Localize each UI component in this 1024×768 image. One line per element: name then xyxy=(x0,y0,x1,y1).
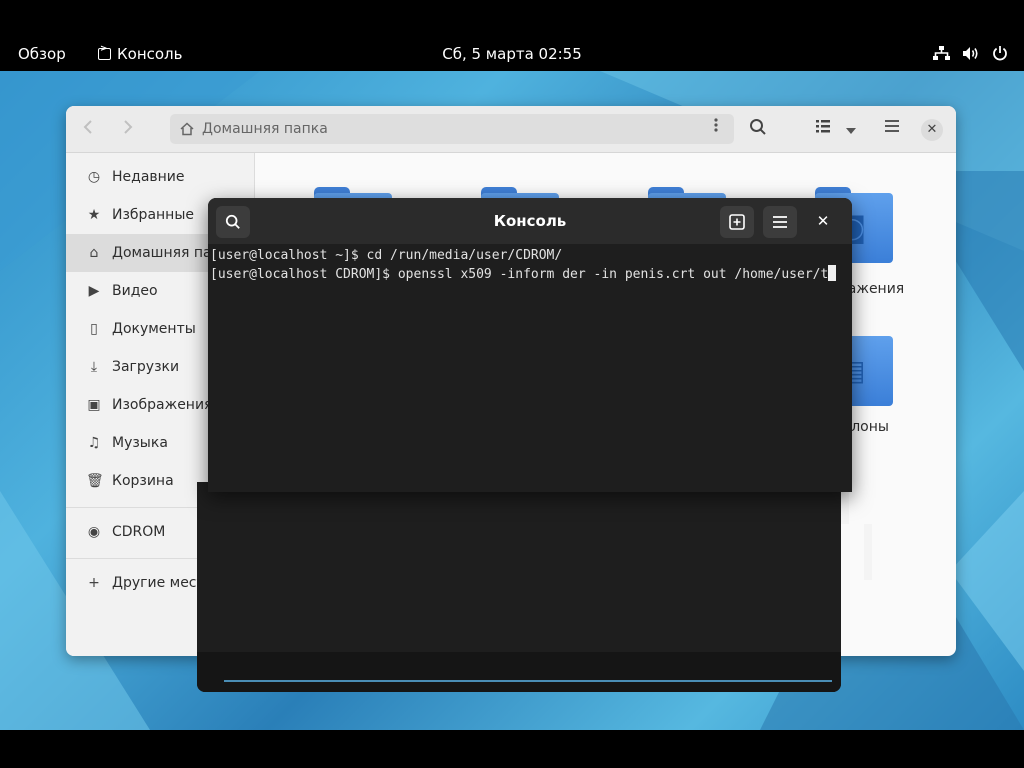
sidebar-item-label: Корзина xyxy=(112,473,174,489)
terminal-close-button[interactable]: ✕ xyxy=(812,210,834,232)
chevron-left-icon xyxy=(83,120,92,134)
view-options-button[interactable] xyxy=(845,121,857,140)
terminal-output[interactable]: [user@localhost ~]$ cd /run/media/user/C… xyxy=(210,247,850,284)
hamburger-icon xyxy=(885,120,899,132)
plus-icon: + xyxy=(88,575,100,591)
path-menu-button[interactable] xyxy=(698,114,734,144)
top-bar: Обзор Консоль Сб, 5 марта 02:55 xyxy=(0,0,1024,71)
document-icon: ▯ xyxy=(90,321,98,337)
home-icon: ⌂ xyxy=(89,245,99,261)
music-icon: ♫ xyxy=(87,435,101,451)
terminal-scroll-indicator xyxy=(224,680,832,682)
home-icon xyxy=(180,122,194,136)
path-bar[interactable]: Домашняя папка xyxy=(170,114,734,144)
terminal-titlebar: Консоль ✕ xyxy=(208,198,852,244)
sidebar-item-label: Видео xyxy=(112,283,158,299)
image-icon: ▣ xyxy=(87,397,101,413)
close-icon: ✕ xyxy=(816,212,830,230)
terminal-line-current: [user@localhost CDROM]$ openssl x509 -in… xyxy=(210,265,850,284)
close-icon: ✕ xyxy=(926,122,938,137)
terminal-menu-button[interactable] xyxy=(763,206,797,238)
disc-icon: ◉ xyxy=(87,524,101,540)
sidebar-item-label: Избранные xyxy=(112,207,194,223)
sidebar-item-recent[interactable]: ◷ Недавние xyxy=(66,158,254,196)
sidebar-item-label: Документы xyxy=(112,321,196,337)
terminal-window: Консоль ✕ [user@localhost ~]$ cd /run/me… xyxy=(208,198,852,492)
back-button[interactable] xyxy=(82,119,94,140)
sidebar-item-label: Загрузки xyxy=(112,359,180,375)
bottom-black-strip xyxy=(0,730,1024,768)
search-button[interactable] xyxy=(749,118,767,140)
view-list-button[interactable] xyxy=(815,118,831,138)
main-menu-button[interactable] xyxy=(884,118,900,137)
text-cursor xyxy=(828,265,837,281)
clock-icon: ◷ xyxy=(87,169,101,185)
sidebar-item-label: Музыка xyxy=(112,435,168,451)
new-tab-button[interactable] xyxy=(720,206,754,238)
clock[interactable]: Сб, 5 марта 02:55 xyxy=(0,45,1024,63)
video-icon: ▶ xyxy=(88,283,100,299)
terminal-bottom-strip xyxy=(197,652,841,692)
terminal-line: [user@localhost ~]$ cd /run/media/user/C… xyxy=(210,248,563,263)
forward-button[interactable] xyxy=(122,119,134,140)
search-icon xyxy=(750,119,766,135)
volume-icon xyxy=(963,46,978,60)
list-view-icon xyxy=(816,120,830,133)
system-status[interactable] xyxy=(933,45,1008,61)
trash-icon: 🗑 xyxy=(86,473,104,489)
files-close-button[interactable]: ✕ xyxy=(921,119,943,141)
chevron-down-icon xyxy=(846,128,856,134)
power-icon xyxy=(993,46,1007,61)
sidebar-item-label: Изображения xyxy=(112,397,213,413)
chevron-right-icon xyxy=(124,120,133,134)
vertical-dots-icon xyxy=(714,118,718,132)
sidebar-item-label: CDROM xyxy=(112,524,166,540)
terminal-lower-area xyxy=(197,482,841,692)
terminal-line: [user@localhost CDROM]$ openssl x509 -in… xyxy=(210,267,829,282)
path-label: Домашняя папка xyxy=(202,121,328,137)
hamburger-icon xyxy=(773,216,787,228)
star-icon: ★ xyxy=(87,207,101,223)
render-artifact xyxy=(864,524,872,580)
network-icon xyxy=(933,45,950,60)
download-icon: ⤓ xyxy=(90,359,98,375)
files-headerbar: Домашняя папка ✕ xyxy=(66,106,956,153)
new-tab-icon xyxy=(729,214,745,230)
terminal-title: Консоль xyxy=(493,212,567,230)
sidebar-item-label: Недавние xyxy=(112,169,185,185)
